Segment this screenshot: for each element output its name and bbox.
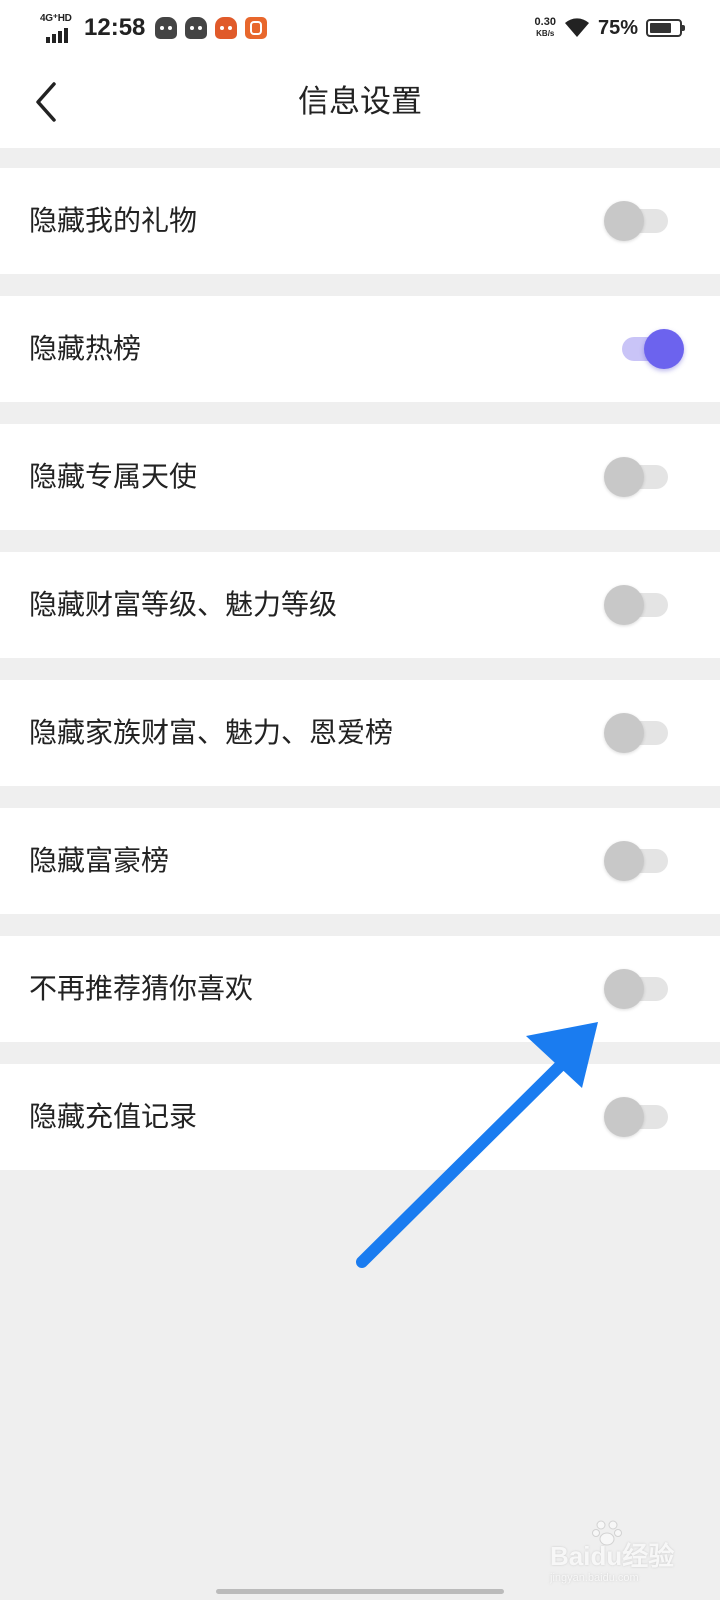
battery-fill	[650, 23, 671, 33]
settings-list: 隐藏我的礼物 隐藏热榜隐藏专属天使隐藏财富等级、魅力等级隐藏家族财富、魅力、恩爱榜…	[0, 168, 720, 1192]
home-indicator[interactable]	[216, 1589, 504, 1594]
setting-row: 隐藏专属天使	[0, 424, 720, 530]
watermark-text: Baidu经验	[550, 1541, 675, 1571]
robot-app-icon	[155, 17, 178, 39]
setting-row: 隐藏热榜	[0, 296, 720, 402]
toggle-thumb	[644, 329, 684, 369]
toggle-thumb	[604, 585, 644, 625]
status-bar: 4G⁺HD 12:58 0.30 KB/s 75%	[0, 0, 720, 56]
pumpkin-app-icon	[215, 17, 238, 39]
page-title: 信息设置	[298, 84, 422, 120]
setting-label: 不再推荐猜你喜欢	[29, 972, 254, 1005]
cellular-signal-icon: 4G⁺HD	[40, 13, 78, 43]
setting-row: 隐藏富豪榜	[0, 808, 720, 914]
setting-toggle[interactable]	[604, 329, 684, 369]
baidu-watermark: Baidu经验 jingyan.baidu.com	[550, 1518, 680, 1584]
setting-label: 隐藏充值记录	[29, 1100, 198, 1133]
toggle-thumb	[604, 1097, 644, 1137]
wifi-icon	[564, 18, 589, 37]
app-notification-icon	[245, 17, 268, 39]
setting-toggle[interactable]	[604, 457, 674, 497]
setting-toggle[interactable]	[604, 969, 674, 1009]
setting-label: 隐藏我的礼物	[29, 204, 198, 237]
network-speed-value: 0.30	[534, 16, 556, 28]
clock: 12:58	[84, 14, 146, 41]
setting-row: 不再推荐猜你喜欢	[0, 936, 720, 1042]
setting-toggle[interactable]	[604, 585, 674, 625]
setting-row: 隐藏充值记录	[0, 1064, 720, 1170]
toggle-thumb	[604, 969, 644, 1009]
network-speed-unit: KB/s	[536, 29, 555, 38]
toggle-thumb	[604, 201, 644, 241]
status-right: 0.30 KB/s 75%	[535, 12, 685, 44]
setting-toggle[interactable]	[604, 713, 674, 753]
setting-toggle[interactable]	[604, 201, 674, 241]
setting-row: 隐藏家族财富、魅力、恩爱榜	[0, 680, 720, 786]
setting-label: 隐藏热榜	[29, 332, 142, 365]
setting-toggle[interactable]	[604, 1097, 674, 1137]
setting-toggle[interactable]	[604, 841, 674, 881]
battery-icon	[646, 19, 685, 37]
battery-percent: 75%	[597, 16, 638, 39]
network-speed: 0.30 KB/s	[535, 17, 556, 39]
setting-row: 隐藏财富等级、魅力等级	[0, 552, 720, 658]
toggle-thumb	[604, 457, 644, 497]
toggle-thumb	[604, 713, 644, 753]
toggle-thumb	[604, 841, 644, 881]
setting-label: 隐藏财富等级、魅力等级	[29, 588, 338, 621]
setting-row: 隐藏我的礼物	[0, 168, 720, 274]
setting-label: 隐藏家族财富、魅力、恩爱榜	[29, 716, 394, 749]
setting-label: 隐藏富豪榜	[29, 844, 170, 877]
status-left: 4G⁺HD 12:58	[40, 10, 275, 46]
nav-header: 信息设置	[0, 56, 720, 148]
network-type: 4G⁺HD	[40, 13, 72, 24]
watermark-subtext: jingyan.baidu.com	[550, 1572, 639, 1584]
setting-label: 隐藏专属天使	[29, 460, 198, 493]
robot-app-icon	[185, 17, 208, 39]
